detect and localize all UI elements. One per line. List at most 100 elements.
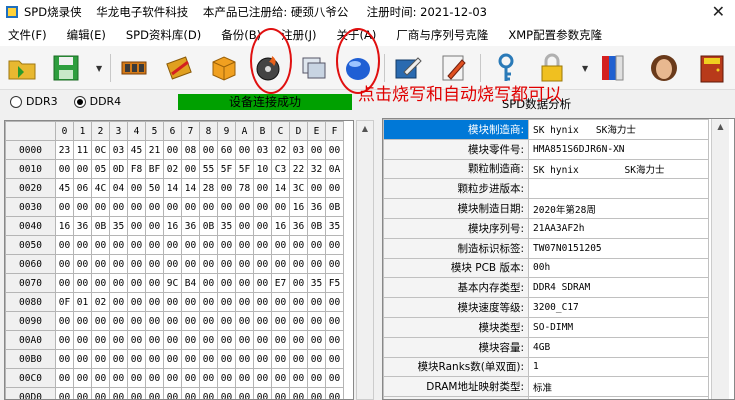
spd-field-value[interactable]: SO-DIMM bbox=[528, 316, 709, 338]
hex-cell[interactable]: 00 bbox=[127, 292, 146, 312]
spd-field-value[interactable]: HMA851S6DJR6N-XN bbox=[528, 138, 709, 160]
hex-cell[interactable]: 00 bbox=[199, 273, 218, 293]
hex-cell[interactable]: 00 bbox=[55, 197, 74, 217]
spd-row[interactable]: 模块类型: SO-DIMM bbox=[383, 316, 709, 338]
hex-cell[interactable]: 00 bbox=[253, 349, 272, 369]
hex-cell[interactable]: 00 bbox=[109, 387, 128, 399]
hex-cell[interactable]: 11 bbox=[73, 140, 92, 160]
hex-cell[interactable]: 05 bbox=[91, 159, 110, 179]
hex-cell[interactable]: 00 bbox=[127, 178, 146, 198]
hex-cell[interactable]: 00 bbox=[55, 235, 74, 255]
hex-cell[interactable]: 00 bbox=[127, 216, 146, 236]
hex-cell[interactable]: 00 bbox=[145, 368, 164, 388]
hex-cell[interactable]: 9C bbox=[163, 273, 182, 293]
hex-cell[interactable]: 00 bbox=[181, 159, 200, 179]
hex-cell[interactable]: 0B bbox=[325, 197, 344, 217]
hex-cell[interactable]: 00 bbox=[253, 216, 272, 236]
spd-row[interactable]: 模块 PCB 版本: 00h bbox=[383, 257, 709, 279]
hex-cell[interactable]: 36 bbox=[289, 216, 308, 236]
spd-row[interactable]: 颗粒步进版本: bbox=[383, 178, 709, 200]
hex-cell[interactable]: 00 bbox=[253, 235, 272, 255]
hex-cell[interactable]: 00 bbox=[217, 387, 236, 399]
spd-field-value[interactable]: 00h bbox=[528, 257, 709, 279]
hex-cell[interactable]: 36 bbox=[181, 216, 200, 236]
hex-cell[interactable]: 00 bbox=[325, 235, 344, 255]
spd-row[interactable]: 颗粒封装类型:单晶颗粒 1晶圆 bbox=[383, 396, 709, 399]
spd-field-value[interactable]: DDR4 SDRAM bbox=[528, 277, 709, 299]
hex-cell[interactable]: 36 bbox=[73, 216, 92, 236]
hex-cell[interactable]: 0F bbox=[55, 292, 74, 312]
hex-cell[interactable]: 00 bbox=[235, 387, 254, 399]
hex-cell[interactable]: 00 bbox=[271, 330, 290, 350]
hex-cell[interactable]: 00 bbox=[127, 387, 146, 399]
hex-cell[interactable]: 00 bbox=[181, 330, 200, 350]
chevron-down-icon[interactable]: ▼ bbox=[582, 64, 588, 73]
hex-cell[interactable]: 78 bbox=[235, 178, 254, 198]
hex-cell[interactable]: 00 bbox=[145, 311, 164, 331]
hex-cell[interactable]: 02 bbox=[91, 292, 110, 312]
spd-field-value[interactable]: SK hynix SK海力士 bbox=[528, 158, 709, 180]
hex-cell[interactable]: 00 bbox=[145, 254, 164, 274]
scroll-up-icon[interactable]: ▲ bbox=[712, 119, 729, 135]
hex-cell[interactable]: 0C bbox=[91, 140, 110, 160]
menu-spd-library[interactable]: SPD资料库(D) bbox=[126, 27, 201, 43]
hex-cell[interactable]: 00 bbox=[289, 368, 308, 388]
spd-row[interactable]: 模块速度等级: 3200_C17 bbox=[383, 297, 709, 318]
hex-cell[interactable]: 00 bbox=[289, 292, 308, 312]
hex-cell[interactable]: 00 bbox=[199, 330, 218, 350]
hex-cell[interactable]: 00 bbox=[325, 254, 344, 274]
scroll-up-icon[interactable]: ▲ bbox=[357, 121, 373, 137]
hex-cell[interactable]: 00 bbox=[235, 254, 254, 274]
hex-cell[interactable]: 00 bbox=[253, 292, 272, 312]
hex-cell[interactable]: 00 bbox=[127, 368, 146, 388]
hex-cell[interactable]: 00 bbox=[307, 235, 326, 255]
hex-cell[interactable]: 5F bbox=[217, 159, 236, 179]
hex-cell[interactable]: 00 bbox=[307, 387, 326, 399]
hex-cell[interactable]: 00 bbox=[289, 330, 308, 350]
hex-cell[interactable]: 00 bbox=[235, 330, 254, 350]
hex-cell[interactable]: 00 bbox=[271, 368, 290, 388]
hex-cell[interactable]: 00 bbox=[145, 330, 164, 350]
hex-cell[interactable]: 14 bbox=[163, 178, 182, 198]
hex-cell[interactable]: 0B bbox=[199, 216, 218, 236]
spd-row[interactable]: 模块容量: 4GB bbox=[383, 336, 709, 358]
hex-cell[interactable]: F8 bbox=[127, 159, 146, 179]
hex-cell[interactable]: 00 bbox=[253, 311, 272, 331]
hex-cell[interactable]: 00 bbox=[271, 349, 290, 369]
hex-cell[interactable]: 00 bbox=[235, 368, 254, 388]
hex-cell[interactable]: 00 bbox=[91, 235, 110, 255]
close-icon[interactable]: ✕ bbox=[712, 2, 725, 21]
spd-field-value[interactable]: 4GB bbox=[528, 336, 709, 358]
hex-cell[interactable]: 16 bbox=[55, 216, 74, 236]
hex-cell[interactable]: 00 bbox=[235, 235, 254, 255]
hex-cell[interactable]: 00 bbox=[307, 292, 326, 312]
hex-cell[interactable]: 00 bbox=[181, 311, 200, 331]
hex-cell[interactable]: 00 bbox=[73, 197, 92, 217]
hex-cell[interactable]: 00 bbox=[145, 216, 164, 236]
hex-cell[interactable]: 00 bbox=[73, 273, 92, 293]
hex-cell[interactable]: 00 bbox=[73, 330, 92, 350]
hex-cell[interactable]: 00 bbox=[109, 292, 128, 312]
hex-cell[interactable]: 00 bbox=[145, 235, 164, 255]
hex-cell[interactable]: 00 bbox=[163, 140, 182, 160]
hex-cell[interactable]: 00 bbox=[127, 273, 146, 293]
hex-cell[interactable]: 4C bbox=[91, 178, 110, 198]
hex-cell[interactable]: 00 bbox=[289, 387, 308, 399]
hex-cell[interactable]: 00 bbox=[145, 197, 164, 217]
hex-cell[interactable]: 14 bbox=[181, 178, 200, 198]
hex-cell[interactable]: 04 bbox=[109, 178, 128, 198]
hex-cell[interactable]: 00 bbox=[271, 292, 290, 312]
spd-row[interactable]: 基本内存类型: DDR4 SDRAM bbox=[383, 277, 709, 299]
hex-cell[interactable]: 00 bbox=[91, 311, 110, 331]
hex-cell[interactable]: 00 bbox=[109, 197, 128, 217]
hex-cell[interactable]: 00 bbox=[73, 311, 92, 331]
hex-cell[interactable]: 00 bbox=[91, 387, 110, 399]
hex-cell[interactable]: 00 bbox=[325, 330, 344, 350]
hex-cell[interactable]: 16 bbox=[289, 197, 308, 217]
hex-cell[interactable]: 00 bbox=[181, 387, 200, 399]
hex-cell[interactable]: 08 bbox=[181, 140, 200, 160]
hex-cell[interactable]: 00 bbox=[145, 273, 164, 293]
hex-cell[interactable]: 16 bbox=[163, 216, 182, 236]
hex-cell[interactable]: 00 bbox=[181, 349, 200, 369]
spd-row[interactable]: 颗粒制造商: SK hynix SK海力士 bbox=[383, 158, 709, 180]
